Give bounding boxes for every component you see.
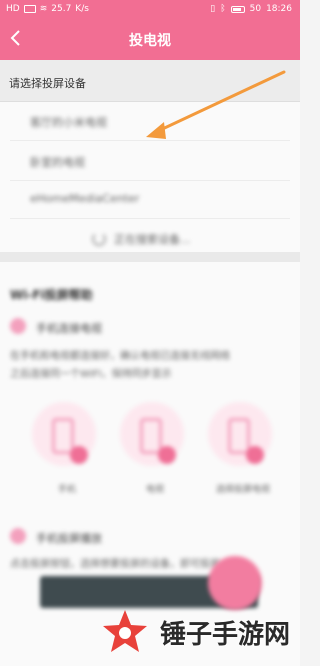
bluetooth-icon: ᛒ (220, 4, 226, 14)
status-left: HD ≋ 25.7 K/s (6, 4, 89, 14)
step2-title: 手机投屏播放 (36, 532, 102, 545)
phone-icon (52, 418, 74, 454)
app-bar: 投电视 (0, 18, 300, 60)
phone-label: 电视 (145, 485, 164, 495)
page-title: 投电视 (129, 33, 171, 49)
watermark: 锤子手游网 (100, 598, 300, 666)
signal-icon (23, 5, 36, 13)
phone-illustration: 电视 (120, 402, 190, 495)
phone-illustration: 手机 (32, 402, 102, 495)
watermark-text: 锤子手游网 (160, 619, 291, 650)
phone-badge (158, 446, 176, 464)
divider (10, 180, 290, 181)
divider (10, 218, 290, 219)
watermark-star-logo (103, 610, 147, 652)
phone-label: 选择投屏电视 (215, 485, 270, 495)
phone-icon (228, 418, 250, 454)
net-speed: 25.7 (51, 4, 72, 14)
device-item[interactable]: 客厅的小米电视 (30, 114, 107, 130)
phone-illustration: 选择投屏电视 (208, 402, 278, 495)
net-speed-unit: K/s (75, 4, 89, 14)
phone-badge (70, 446, 88, 464)
section-gap (0, 252, 300, 262)
step2-text: 点击投屏按钮，选择想要投屏的设备，即可投屏 (10, 559, 220, 570)
phone-badge (246, 446, 264, 464)
device-list: 客厅的小米电视 卧室的电视 eHomeMediaCenter 正在搜索设备... (0, 102, 300, 252)
signal-label: HD (6, 4, 20, 14)
spinner-icon (92, 232, 106, 246)
device-item[interactable]: eHomeMediaCenter (30, 192, 139, 205)
step1-title: 手机连接电视 (36, 322, 102, 335)
phone-label: 手机 (57, 485, 76, 495)
step1-text-line2: 之后连接同一个WIFI，保持同步显示 (10, 369, 172, 380)
help-title: Wi-Fi投屏帮助 (10, 288, 93, 302)
searching-label: 正在搜索设备... (114, 233, 191, 246)
phone-icon (140, 418, 162, 454)
step1-text-line1: 在手机和电视都连接好，确认电视已连接无线网络 (10, 351, 230, 362)
clock: 18:26 (266, 4, 292, 14)
step1-dot (10, 318, 26, 334)
vibrate-icon: ▯ (210, 4, 216, 14)
divider (10, 140, 290, 141)
device-item[interactable]: 卧室的电视 (30, 154, 85, 170)
status-bar: HD ≋ 25.7 K/s ▯ ᛒ 50 18:26 (0, 0, 300, 18)
battery-level: 50 (249, 4, 262, 14)
searching-indicator: 正在搜索设备... (92, 231, 191, 247)
step2-dot (10, 528, 26, 544)
device-section-header: 请选择投屏设备 (0, 60, 300, 102)
wifi-icon: ≋ (39, 4, 48, 14)
status-right: ▯ ᛒ 50 18:26 (210, 4, 292, 14)
battery-icon (230, 5, 245, 13)
